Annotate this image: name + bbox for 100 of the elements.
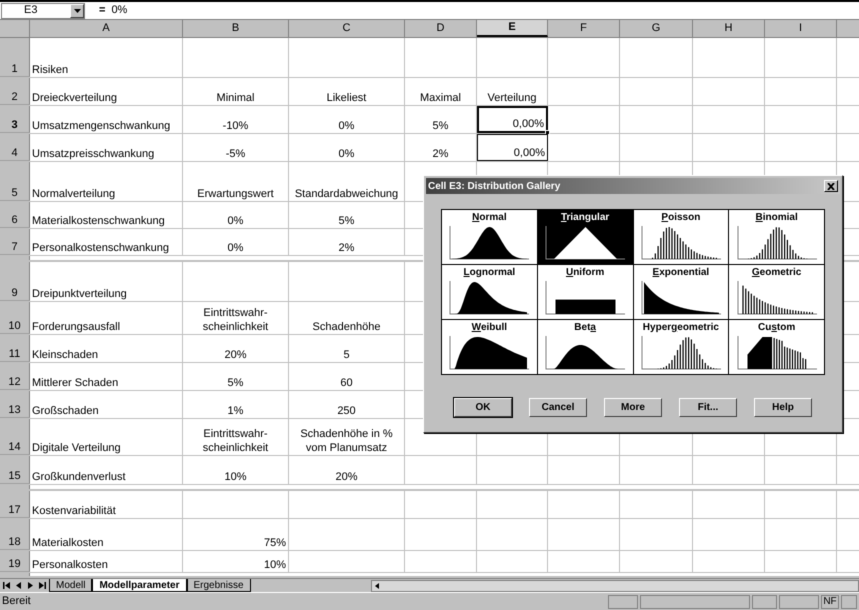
table-cell: 20%	[183, 335, 289, 362]
distribution-option[interactable]: Uniform	[538, 265, 632, 319]
table-cell: Verteilung	[477, 78, 548, 105]
distribution-graph-icon	[640, 224, 721, 260]
name-box[interactable]: E3	[1, 2, 85, 18]
distribution-option[interactable]: Beta	[538, 320, 632, 374]
table-cell: Risiken	[30, 38, 183, 77]
distribution-graph-icon	[449, 334, 530, 370]
table-cell: Digitale Verteilung	[30, 419, 183, 455]
row-header[interactable]: 4	[0, 134, 30, 161]
dropdown-button[interactable]	[70, 4, 84, 18]
dialog-button[interactable]: OK	[454, 398, 512, 417]
last-sheet-icon[interactable]	[37, 580, 48, 591]
distribution-option[interactable]: Weibull	[442, 320, 537, 374]
distribution-option[interactable]: Exponential	[634, 265, 728, 319]
row-header[interactable]: 18	[0, 519, 30, 550]
sheet-tab[interactable]: Ergebnisse	[186, 579, 251, 592]
table-cell: Schadenhöhe	[289, 302, 405, 334]
table-cell: Standardabweichung	[289, 162, 405, 201]
status-indicator: NF	[821, 594, 839, 608]
row-header[interactable]: 2	[0, 78, 30, 105]
table-cell: 20%	[289, 456, 405, 484]
table-cell: -5%	[183, 134, 289, 161]
first-sheet-icon[interactable]	[1, 580, 12, 591]
dialog-button[interactable]: Cancel	[529, 398, 587, 417]
table-cell: Normalverteilung	[30, 162, 183, 201]
distribution-graph-icon	[736, 224, 817, 260]
table-cell: Großschaden	[30, 391, 183, 418]
distribution-option[interactable]: Binomial	[729, 210, 824, 264]
table-cell: 2%	[405, 134, 477, 161]
distribution-option[interactable]: Geometric	[729, 265, 824, 319]
table-cell: 2%	[289, 229, 405, 255]
table-cell: Erwartungswert	[183, 162, 289, 201]
table-cell: 60	[289, 363, 405, 390]
table-cell: Dreieckverteilung	[30, 78, 183, 105]
table-cell: 10%	[183, 551, 289, 572]
dialog-button[interactable]: Fit...	[679, 398, 737, 417]
dialog-button[interactable]: Help	[754, 398, 812, 417]
row-header[interactable]: 11	[0, 335, 30, 362]
distribution-graph-icon	[640, 279, 721, 315]
distribution-option[interactable]: Hypergeometric	[634, 320, 728, 374]
distribution-graph-icon	[449, 224, 530, 260]
column-header[interactable]: C	[289, 20, 405, 37]
column-header[interactable]: A	[30, 20, 183, 37]
table-cell: Eintrittswahr- scheinlichkeit	[183, 302, 289, 334]
distribution-graph-icon	[640, 334, 721, 370]
table-cell: Umsatzpreisschwankung	[30, 134, 183, 161]
table-cell: Personalkosten	[30, 551, 183, 572]
row-header[interactable]: 13	[0, 391, 30, 418]
table-cell: Minimal	[183, 78, 289, 105]
table-cell: Dreipunktverteilung	[30, 262, 183, 301]
distribution-option[interactable]: Normal	[442, 210, 537, 264]
distribution-option[interactable]: Custom	[729, 320, 824, 374]
row-header[interactable]: 17	[0, 491, 30, 518]
table-cell: 0%	[289, 134, 405, 161]
dialog-title: Cell E3: Distribution Gallery	[427, 180, 560, 194]
table-cell: Materialkostenschwankung	[30, 202, 183, 228]
distribution-graph-icon	[545, 224, 626, 260]
table-cell: 10%	[183, 456, 289, 484]
table-cell: 0,00%	[477, 106, 548, 133]
status-panel	[752, 594, 777, 608]
distribution-option[interactable]: Lognormal	[442, 265, 537, 319]
caret-icon	[74, 8, 80, 12]
status-panel	[841, 594, 857, 608]
row-header[interactable]: 6	[0, 202, 30, 228]
table-cell: Schadenhöhe in % vom Planumsatz	[289, 419, 405, 455]
formula-field[interactable]: 0%	[111, 2, 128, 19]
row-header[interactable]: 15	[0, 456, 30, 484]
table-cell: 1%	[183, 391, 289, 418]
column-header[interactable]: F	[548, 20, 620, 37]
sheet-tab[interactable]: Modell	[49, 579, 92, 592]
row-header[interactable]: 7	[0, 229, 30, 255]
column-header[interactable]: G	[620, 20, 693, 37]
row-header[interactable]: 19	[0, 551, 30, 572]
row-header[interactable]: 12	[0, 363, 30, 390]
column-header[interactable]: H	[693, 20, 765, 37]
table-cell: Maximal	[405, 78, 477, 105]
fill-handle[interactable]	[545, 130, 550, 135]
row-header[interactable]: 3	[0, 106, 30, 133]
distribution-option[interactable]: Poisson	[634, 210, 728, 264]
row-header[interactable]: 10	[0, 302, 30, 334]
column-header[interactable]: E	[477, 20, 548, 37]
row-header[interactable]: 9	[0, 262, 30, 301]
table-cell: Personalkostenschwankung	[30, 229, 183, 255]
table-cell: Kleinschaden	[30, 335, 183, 362]
horizontal-scrollbar[interactable]	[370, 580, 859, 592]
close-button[interactable]	[824, 180, 838, 192]
table-cell: Forderungsausfall	[30, 302, 183, 334]
column-header[interactable]: I	[765, 20, 837, 37]
dialog-button[interactable]: More	[604, 398, 662, 417]
table-cell: 5%	[405, 106, 477, 133]
table-cell: -10%	[183, 106, 289, 133]
row-header[interactable]: 14	[0, 419, 30, 455]
row-header[interactable]: 5	[0, 162, 30, 201]
sheet-tab[interactable]: Modellparameter	[92, 579, 186, 592]
status-panel	[779, 594, 819, 608]
column-header[interactable]: B	[183, 20, 289, 37]
table-cell: Likeliest	[289, 78, 405, 105]
table-cell: 5%	[289, 202, 405, 228]
row-header[interactable]: 1	[0, 38, 30, 77]
